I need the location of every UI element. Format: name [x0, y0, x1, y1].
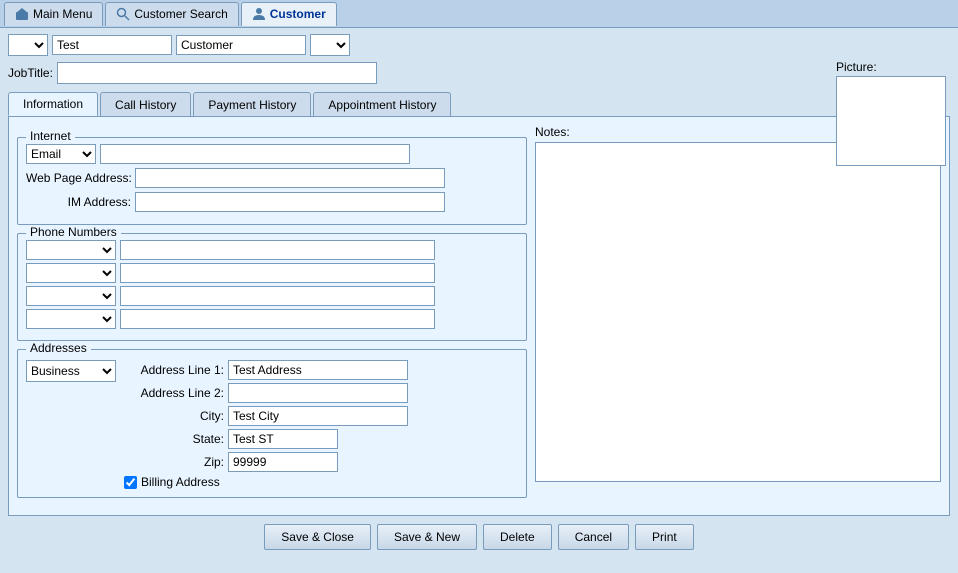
jobtitle-input[interactable] [57, 62, 377, 84]
internet-section-title: Internet [26, 129, 75, 143]
home-icon [15, 7, 29, 21]
jobtitle-label: JobTitle: [8, 66, 53, 80]
save-new-button[interactable]: Save & New [377, 524, 477, 550]
phone-number-1[interactable] [120, 240, 435, 260]
address-city-label: City: [124, 409, 224, 423]
phone-number-4[interactable] [120, 309, 435, 329]
tab-appointment-history[interactable]: Appointment History [313, 92, 451, 116]
phone-type-4[interactable] [26, 309, 116, 329]
picture-box [836, 76, 946, 166]
webpage-label: Web Page Address: [26, 171, 131, 185]
phone-type-3[interactable] [26, 286, 116, 306]
billing-label: Billing Address [141, 475, 220, 489]
address-zip-row: Zip: [124, 452, 518, 472]
phone-type-1[interactable] [26, 240, 116, 260]
address-zip-label: Zip: [124, 455, 224, 469]
tab-main-menu[interactable]: Main Menu [4, 2, 103, 26]
im-row: IM Address: [26, 192, 518, 212]
internet-section: Internet Email Email 2 Email 3 Web Page … [17, 137, 527, 225]
phone-section: Phone Numbers [17, 233, 527, 341]
title-bar: Main Menu Customer Search Customer [0, 0, 958, 28]
address-city-input[interactable] [228, 406, 408, 426]
tab-inner: Internet Email Email 2 Email 3 Web Page … [17, 125, 941, 506]
address-line1-label: Address Line 1: [124, 363, 224, 377]
suffix-select[interactable]: Jr. Sr. III [310, 34, 350, 56]
sub-tabs: Information Call History Payment History… [8, 92, 950, 116]
phone-row-3 [26, 286, 518, 306]
tab-customer[interactable]: Customer [241, 2, 337, 26]
picture-area: Picture: [836, 60, 946, 166]
phone-section-title: Phone Numbers [26, 225, 121, 239]
billing-checkbox[interactable] [124, 476, 137, 489]
email-type-select[interactable]: Email Email 2 Email 3 [26, 144, 96, 164]
address-type-select[interactable]: Business Home Other [26, 360, 116, 382]
phone-row-4 [26, 309, 518, 329]
first-name-input[interactable]: Test [52, 35, 172, 55]
email-input[interactable] [100, 144, 410, 164]
address-section-title: Addresses [26, 341, 91, 355]
address-state-label: State: [124, 432, 224, 446]
notes-section: Notes: [535, 125, 941, 485]
address-line1-row: Address Line 1: [124, 360, 518, 380]
address-line2-row: Address Line 2: [124, 383, 518, 403]
phone-type-2[interactable] [26, 263, 116, 283]
address-section: Addresses Business Home Other Address Li… [17, 349, 527, 498]
phone-row-2 [26, 263, 518, 283]
tab-panel: Internet Email Email 2 Email 3 Web Page … [8, 116, 950, 516]
address-state-row: State: [124, 429, 518, 449]
tab-right: Notes: [535, 125, 941, 506]
address-city-row: City: [124, 406, 518, 426]
notes-textarea[interactable] [535, 142, 941, 482]
search-icon [116, 7, 130, 21]
save-close-button[interactable]: Save & Close [264, 524, 371, 550]
im-label: IM Address: [26, 195, 131, 209]
address-zip-input[interactable] [228, 452, 338, 472]
address-line2-label: Address Line 2: [124, 386, 224, 400]
phone-number-2[interactable] [120, 263, 435, 283]
billing-row: Billing Address [124, 475, 518, 489]
last-name-input[interactable]: Customer [176, 35, 306, 55]
button-bar: Save & Close Save & New Delete Cancel Pr… [8, 516, 950, 556]
address-line1-input[interactable] [228, 360, 408, 380]
phone-row-1 [26, 240, 518, 260]
tab-left: Internet Email Email 2 Email 3 Web Page … [17, 125, 527, 506]
im-input[interactable] [135, 192, 445, 212]
tab-customer-search[interactable]: Customer Search [105, 2, 238, 26]
tab-payment-history[interactable]: Payment History [193, 92, 311, 116]
prefix-select[interactable]: Mr. Mrs. Ms. Dr. [8, 34, 48, 56]
cancel-button[interactable]: Cancel [558, 524, 629, 550]
tab-information[interactable]: Information [8, 92, 98, 116]
delete-button[interactable]: Delete [483, 524, 552, 550]
customer-header: Mr. Mrs. Ms. Dr. Test Customer Jr. Sr. I… [8, 34, 950, 56]
person-icon [252, 7, 266, 21]
address-form: Address Line 1: Address Line 2: City: [124, 360, 518, 489]
address-state-input[interactable] [228, 429, 338, 449]
phone-number-3[interactable] [120, 286, 435, 306]
address-line2-input[interactable] [228, 383, 408, 403]
print-button[interactable]: Print [635, 524, 694, 550]
jobtitle-row: JobTitle: [8, 62, 950, 84]
webpage-row: Web Page Address: [26, 168, 518, 188]
webpage-input[interactable] [135, 168, 445, 188]
tab-call-history[interactable]: Call History [100, 92, 191, 116]
email-row: Email Email 2 Email 3 [26, 144, 518, 164]
picture-label: Picture: [836, 60, 946, 74]
